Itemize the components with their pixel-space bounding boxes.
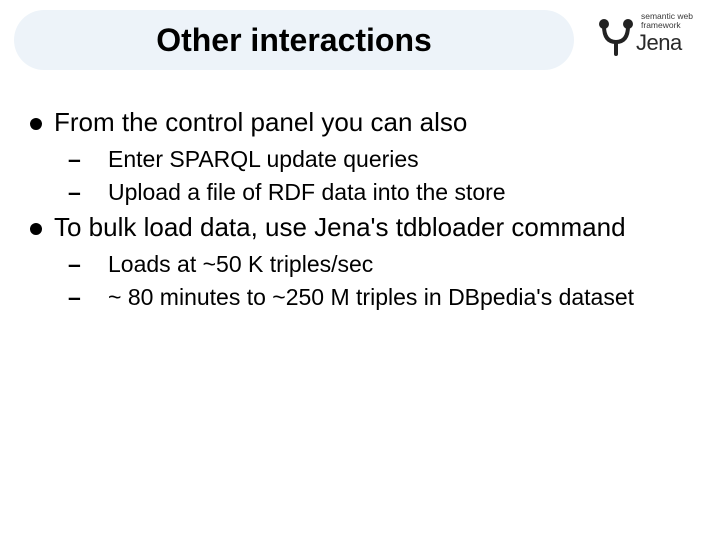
bullet-dot-icon xyxy=(30,118,42,130)
slide: Other interactions semantic web framewor… xyxy=(0,0,720,540)
sub-item-text: Upload a file of RDF data into the store xyxy=(108,179,506,205)
title-bar: Other interactions xyxy=(14,10,574,70)
bullet-2-text: To bulk load data, use Jena's tdbloader … xyxy=(54,212,626,242)
slide-title: Other interactions xyxy=(156,22,432,59)
sub-list-1: Enter SPARQL update queries Upload a fil… xyxy=(80,144,690,208)
list-item: Enter SPARQL update queries xyxy=(80,144,690,175)
logo-tagline: semantic web framework xyxy=(641,12,693,30)
logo-name: Jena xyxy=(636,30,682,56)
sub-list-2: Loads at ~50 K triples/sec ~ 80 minutes … xyxy=(80,249,690,313)
slide-content: From the control panel you can also Ente… xyxy=(30,105,690,315)
bullet-1-text: From the control panel you can also xyxy=(54,107,467,137)
bullet-1: From the control panel you can also xyxy=(30,105,690,140)
list-item: Upload a file of RDF data into the store xyxy=(80,177,690,208)
jena-logo-icon xyxy=(596,16,636,56)
sub-item-text: Loads at ~50 K triples/sec xyxy=(108,251,373,277)
list-item: ~ 80 minutes to ~250 M triples in DBpedi… xyxy=(80,282,690,313)
bullet-2: To bulk load data, use Jena's tdbloader … xyxy=(30,210,690,245)
jena-logo: semantic web framework Jena xyxy=(596,10,706,62)
bullet-dot-icon xyxy=(30,223,42,235)
sub-item-text: Enter SPARQL update queries xyxy=(108,146,419,172)
list-item: Loads at ~50 K triples/sec xyxy=(80,249,690,280)
sub-item-text: ~ 80 minutes to ~250 M triples in DBpedi… xyxy=(108,284,634,310)
